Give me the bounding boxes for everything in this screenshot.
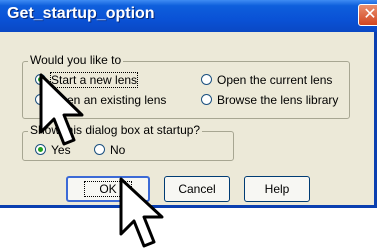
help-button[interactable]: Help [244, 176, 310, 202]
close-button[interactable]: ✕ [358, 4, 377, 26]
title-bar[interactable]: Get_startup_option ✕ [0, 0, 377, 32]
window-title: Get_startup_option [7, 5, 155, 22]
radio-indicator [201, 94, 212, 105]
radio-no[interactable]: No [94, 143, 134, 159]
radio-label: Browse the lens library [217, 93, 339, 107]
startup-choice-legend: Would you like to [28, 53, 124, 67]
arrow-cursor-icon [119, 177, 164, 248]
radio-indicator [201, 74, 212, 85]
radio-browse-lens-library[interactable]: Browse the lens library [201, 93, 351, 109]
radio-label: Open the current lens [217, 73, 333, 87]
arrow-cursor-icon [39, 73, 84, 146]
radio-label: No [110, 143, 126, 157]
radio-open-current-lens[interactable]: Open the current lens [201, 73, 351, 89]
cancel-label: Cancel [178, 182, 216, 196]
close-icon: ✕ [363, 6, 377, 23]
help-label: Help [264, 182, 290, 196]
cancel-button[interactable]: Cancel [164, 176, 230, 202]
radio-indicator [94, 144, 105, 155]
